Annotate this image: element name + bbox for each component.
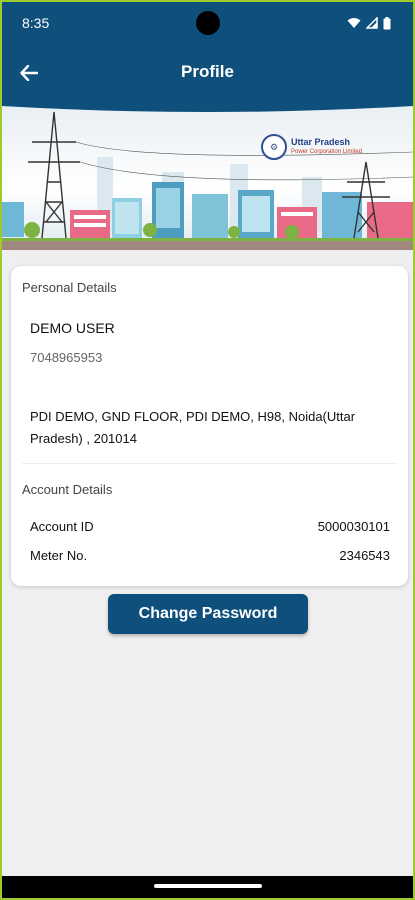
logo-title: Uttar Pradesh — [291, 137, 351, 147]
status-time: 8:35 — [22, 15, 50, 31]
user-phone: 7048965953 — [30, 350, 103, 365]
home-gesture-handle[interactable] — [154, 884, 262, 888]
meter-no-value: 2346543 — [339, 548, 390, 563]
battery-icon — [383, 16, 391, 29]
wifi-icon — [347, 18, 361, 28]
signal-icon — [366, 17, 378, 29]
meter-no-label: Meter No. — [30, 548, 88, 563]
change-password-button[interactable]: Change Password — [108, 594, 308, 634]
profile-card: Personal Details DEMO USER 7048965953 PD… — [11, 266, 408, 586]
emblem-icon: ⚙ — [261, 134, 287, 160]
uppcl-logo: ⚙ Uttar Pradesh Power Corporation Limite… — [261, 134, 362, 160]
account-id-label: Account ID — [30, 519, 94, 534]
page-title: Profile — [181, 62, 234, 81]
user-name: DEMO USER — [30, 320, 115, 336]
section-divider — [22, 463, 397, 464]
account-details-heading: Account Details — [22, 482, 113, 497]
logo-subtitle: Power Corporation Limited — [291, 149, 363, 155]
camera-cutout — [196, 11, 220, 35]
status-icons — [347, 16, 391, 30]
status-bar: 8:35 — [2, 2, 413, 44]
account-id-row: Account ID 5000030101 — [30, 519, 390, 534]
meter-no-row: Meter No. 2346543 — [30, 548, 390, 563]
personal-details-heading: Personal Details — [22, 280, 117, 295]
user-address: PDI DEMO, GND FLOOR, PDI DEMO, H98, Noid… — [30, 409, 356, 446]
app-bar: Profile — [2, 44, 413, 102]
account-id-value: 5000030101 — [317, 519, 390, 534]
navigation-bar — [2, 876, 413, 898]
header-banner: ⚙ Uttar Pradesh Power Corporation Limite… — [2, 102, 413, 250]
city-skyline-illustration — [2, 102, 413, 250]
phone-screen: 8:35 Profile ⚙ Uttar Pradesh Power Corpo… — [2, 2, 413, 898]
